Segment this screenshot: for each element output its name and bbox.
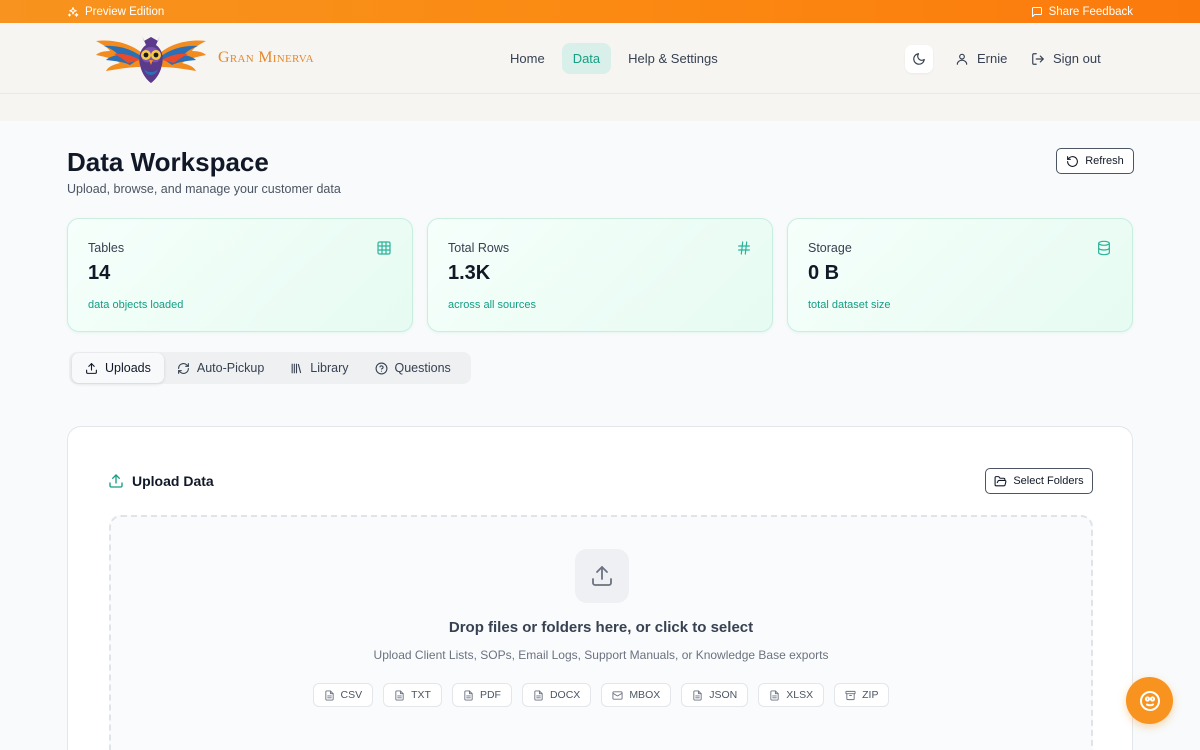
file-type-label: JSON bbox=[709, 689, 738, 701]
archive-icon bbox=[845, 690, 856, 700]
dropzone-title: Drop files or folders here, or click to … bbox=[448, 619, 754, 636]
stat-description: data objects loaded bbox=[88, 299, 184, 311]
brand-name[interactable]: Gran Minerva bbox=[218, 49, 314, 67]
data-tabs: Uploads Auto-Pickup Library Questions bbox=[69, 352, 471, 384]
file-icon bbox=[464, 689, 473, 701]
file-type-chip: XLSX bbox=[758, 683, 825, 707]
user-name: Ernie bbox=[977, 51, 1008, 66]
file-icon bbox=[534, 689, 543, 701]
stat-label: Storage bbox=[808, 241, 852, 255]
file-type-chip: JSON bbox=[681, 683, 749, 707]
file-dropzone[interactable]: Drop files or folders here, or click to … bbox=[109, 515, 1093, 750]
stat-card-total-rows: Total Rows 1.3K across all sources bbox=[427, 218, 773, 332]
sign-out-label: Sign out bbox=[1053, 51, 1101, 66]
tab-label: Auto-Pickup bbox=[196, 361, 265, 375]
file-type-label: CSV bbox=[340, 689, 363, 701]
file-type-chip: PDF bbox=[451, 683, 512, 707]
moon-icon bbox=[913, 53, 925, 65]
select-folders-label: Select Folders bbox=[1013, 475, 1084, 487]
rotate-ccw-icon bbox=[1067, 155, 1079, 167]
stat-card-storage: Storage 0 B total dataset size bbox=[787, 218, 1133, 332]
sparkle-icon bbox=[68, 6, 79, 17]
file-icon bbox=[693, 689, 702, 701]
file-type-label: TXT bbox=[411, 689, 431, 701]
stat-value: 0 B bbox=[808, 262, 840, 284]
file-type-label: ZIP bbox=[862, 689, 879, 701]
user-menu[interactable]: Ernie bbox=[955, 51, 1007, 66]
nav-help-settings[interactable]: Help & Settings bbox=[617, 43, 729, 74]
message-square-icon bbox=[1031, 6, 1042, 17]
theme-toggle-button[interactable] bbox=[905, 45, 933, 73]
file-type-chip: DOCX bbox=[521, 683, 592, 707]
file-icon bbox=[324, 689, 334, 701]
dropzone-upload-badge bbox=[575, 549, 629, 603]
hash-icon bbox=[738, 241, 750, 255]
upload-card: Upload Data Select Folders Drop files or… bbox=[67, 426, 1133, 750]
file-type-chip: TXT bbox=[383, 683, 442, 707]
upload-icon bbox=[592, 566, 612, 586]
stat-description: across all sources bbox=[448, 299, 537, 311]
stat-value: 14 bbox=[88, 262, 111, 284]
tab-library[interactable]: Library bbox=[277, 353, 361, 383]
database-icon bbox=[1098, 240, 1110, 256]
refresh-icon bbox=[177, 362, 189, 374]
file-type-label: DOCX bbox=[549, 689, 581, 701]
nav-data[interactable]: Data bbox=[561, 43, 612, 74]
main-nav: Home Data Help & Settings bbox=[499, 43, 729, 74]
tab-label: Questions bbox=[394, 361, 451, 375]
tab-questions[interactable]: Questions bbox=[362, 353, 464, 383]
assistant-fab-button[interactable] bbox=[1126, 677, 1173, 724]
select-folders-button[interactable]: Select Folders bbox=[985, 468, 1093, 494]
stat-value: 1.3K bbox=[448, 262, 491, 284]
preview-edition: Preview Edition bbox=[67, 6, 164, 18]
folder-open-icon bbox=[994, 475, 1007, 486]
tab-label: Uploads bbox=[105, 361, 151, 375]
upload-title-label: Upload Data bbox=[132, 473, 214, 489]
header-subbar bbox=[0, 94, 1200, 121]
share-feedback-link[interactable]: Share Feedback bbox=[1031, 6, 1133, 18]
mail-icon bbox=[612, 690, 623, 700]
share-feedback-label: Share Feedback bbox=[1048, 5, 1133, 18]
upload-card-title: Upload Data bbox=[108, 473, 214, 489]
page-title: Data Workspace bbox=[67, 147, 269, 177]
file-type-label: MBOX bbox=[629, 689, 661, 701]
preview-edition-label: Preview Edition bbox=[85, 5, 165, 18]
table-icon bbox=[377, 241, 391, 255]
file-icon bbox=[395, 689, 404, 701]
stat-card-tables: Tables 14 data objects loaded bbox=[67, 218, 413, 332]
user-icon bbox=[956, 53, 968, 65]
file-type-label: PDF bbox=[479, 689, 501, 701]
upload-icon bbox=[109, 474, 123, 488]
dropzone-subtitle: Upload Client Lists, SOPs, Email Logs, S… bbox=[373, 648, 829, 662]
file-icon bbox=[770, 689, 779, 701]
owl-face-icon bbox=[1139, 690, 1160, 711]
library-icon bbox=[291, 363, 302, 373]
stat-label: Total Rows bbox=[448, 241, 510, 255]
owl-logo[interactable] bbox=[94, 33, 208, 85]
stat-description: total dataset size bbox=[808, 299, 891, 311]
preview-banner: Preview Edition Share Feedback bbox=[0, 0, 1200, 23]
sign-out-button[interactable]: Sign out bbox=[1031, 51, 1101, 66]
upload-icon bbox=[86, 362, 97, 374]
help-circle-icon bbox=[375, 362, 387, 374]
nav-home[interactable]: Home bbox=[499, 43, 556, 74]
file-type-chip: CSV bbox=[312, 683, 374, 707]
stat-label: Tables bbox=[88, 241, 125, 255]
file-type-chip: ZIP bbox=[834, 683, 890, 707]
refresh-button[interactable]: Refresh bbox=[1056, 148, 1134, 174]
refresh-label: Refresh bbox=[1085, 155, 1124, 167]
tab-auto-pickup[interactable]: Auto-Pickup bbox=[164, 353, 277, 383]
file-type-label: XLSX bbox=[786, 689, 814, 701]
page-subtitle: Upload, browse, and manage your customer… bbox=[67, 182, 341, 196]
file-type-chip: MBOX bbox=[601, 683, 672, 707]
tab-uploads[interactable]: Uploads bbox=[72, 353, 164, 383]
log-out-icon bbox=[1032, 52, 1044, 65]
tab-label: Library bbox=[310, 361, 349, 375]
file-type-chips: CSV TXT PDF DOCX MBOX JSON XLSX ZIP bbox=[111, 683, 1091, 707]
